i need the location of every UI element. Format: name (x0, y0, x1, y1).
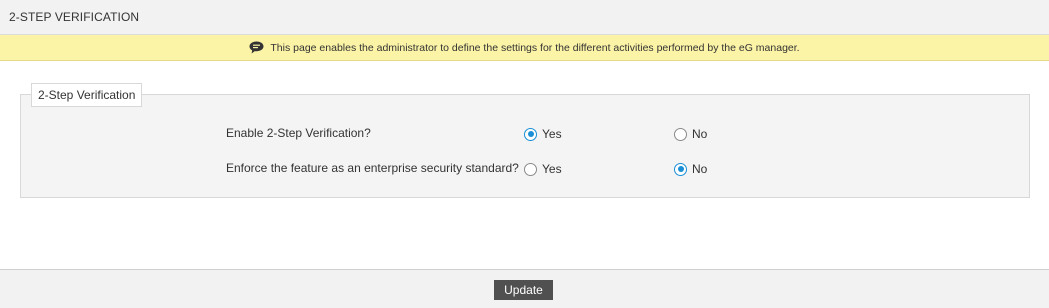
radio-checked-icon[interactable] (524, 127, 537, 141)
speech-bubble-icon (249, 41, 264, 54)
radio-label-yes: Yes (542, 127, 562, 141)
update-button[interactable]: Update (494, 280, 553, 300)
page: 2-STEP VERIFICATION This page enables th… (0, 0, 1049, 308)
enforce-standard-label: Enforce the feature as an enterprise sec… (226, 161, 519, 175)
enforce-standard-yes-radio[interactable]: Yes (524, 162, 562, 176)
radio-unchecked-icon[interactable] (524, 162, 537, 176)
fieldset-legend: 2-Step Verification (31, 83, 143, 107)
verification-fieldset (20, 94, 1030, 198)
radio-label-yes: Yes (542, 162, 562, 176)
enable-2-step-no-radio[interactable]: No (674, 127, 707, 141)
page-title: 2-STEP VERIFICATION (9, 10, 140, 24)
radio-unchecked-icon[interactable] (674, 127, 687, 141)
enforce-standard-no-radio[interactable]: No (674, 162, 707, 176)
enable-2-step-yes-radio[interactable]: Yes (524, 127, 562, 141)
enable-2-step-label: Enable 2-Step Verification? (226, 126, 371, 140)
info-banner: This page enables the administrator to d… (0, 35, 1049, 61)
page-header: 2-STEP VERIFICATION (0, 0, 1049, 35)
radio-label-no: No (692, 127, 708, 141)
info-text: This page enables the administrator to d… (270, 41, 800, 54)
radio-checked-icon[interactable] (674, 162, 687, 176)
radio-label-no: No (692, 162, 708, 176)
